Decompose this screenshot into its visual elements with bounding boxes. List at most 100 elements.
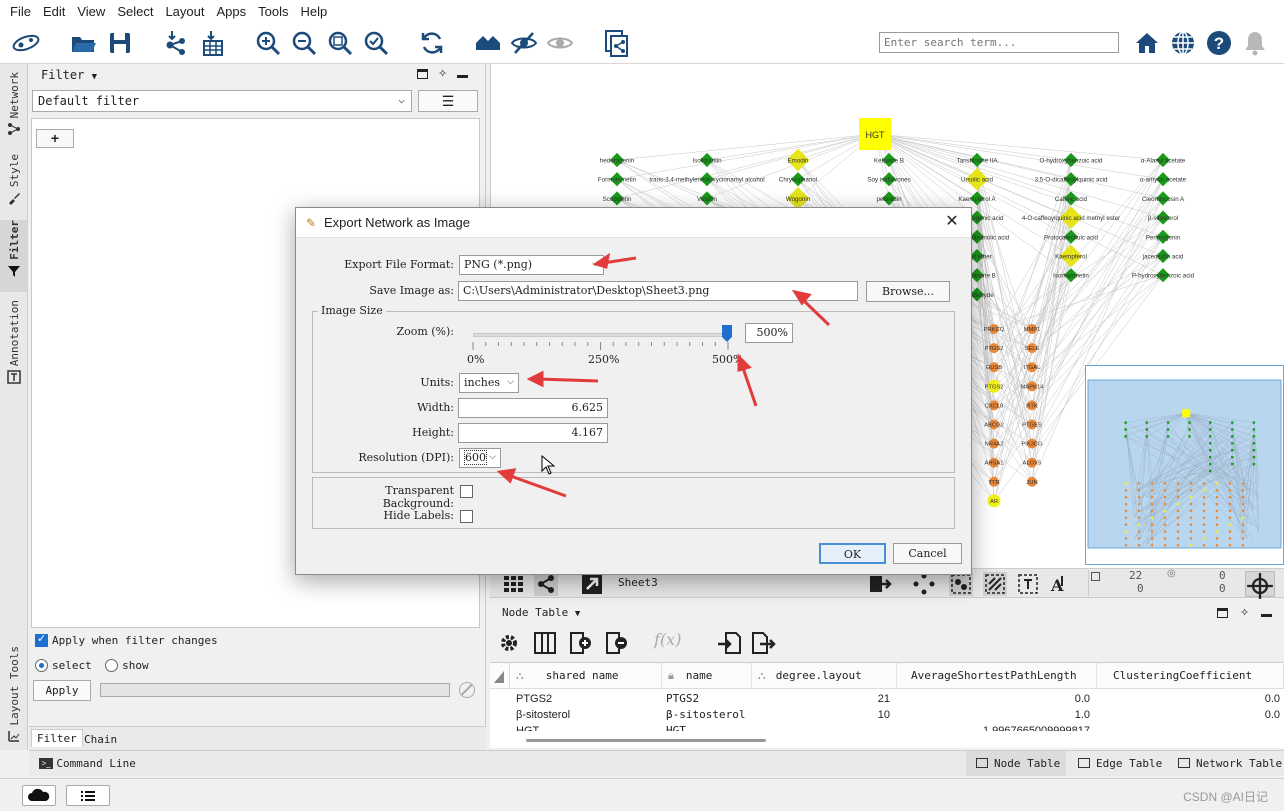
- target-label: ALOX5: [1023, 461, 1042, 467]
- node-selection-mode-icon[interactable]: [949, 572, 973, 596]
- menu-select[interactable]: Select: [111, 4, 159, 19]
- filter-panel-header[interactable]: Filter ▼: [41, 68, 97, 82]
- filter-options-button[interactable]: ☰: [418, 90, 478, 112]
- export-format-select[interactable]: PNG (*.png) ⌵: [459, 255, 604, 275]
- tab-chain[interactable]: Chain: [79, 731, 122, 748]
- help-icon[interactable]: ?: [1203, 27, 1235, 59]
- apply-button[interactable]: Apply: [33, 680, 91, 701]
- notification-icon[interactable]: [1239, 27, 1271, 59]
- tab-annotation[interactable]: Annotation: [0, 300, 28, 386]
- table-row[interactable]: β-sitosterol β-sitosterol 10 1.0 0.0: [490, 707, 1284, 723]
- column-header-degree-layout[interactable]: ⛬ degree.layout: [752, 663, 897, 689]
- tab-layout-tools[interactable]: Layout Tools: [0, 646, 28, 744]
- tab-node-table[interactable]: Node Table: [966, 751, 1066, 776]
- globe-icon[interactable]: [1167, 27, 1199, 59]
- select-radio[interactable]: [35, 659, 48, 673]
- refresh-icon[interactable]: [416, 27, 448, 59]
- network-overview[interactable]: [1085, 365, 1284, 565]
- maximize-icon[interactable]: [1217, 608, 1228, 618]
- grid-view-icon[interactable]: [502, 572, 526, 596]
- export-table-icon[interactable]: [750, 630, 776, 656]
- edge-selection-mode-icon[interactable]: [983, 572, 1007, 596]
- pin-icon[interactable]: ✧: [438, 69, 447, 80]
- menu-tools[interactable]: Tools: [252, 4, 294, 19]
- column-header-name[interactable]: 🔒︎ name: [662, 663, 752, 689]
- cancel-icon[interactable]: [459, 682, 475, 698]
- export-arrow-icon[interactable]: [580, 572, 604, 596]
- settings-gear-icon[interactable]: [496, 630, 522, 656]
- navigate-icon[interactable]: [1245, 571, 1275, 599]
- apply-on-change-checkbox[interactable]: [35, 632, 48, 648]
- table-row[interactable]: PTGS2 PTGS2 21 0.0 0.0: [490, 691, 1284, 707]
- hide-icon[interactable]: [508, 27, 540, 59]
- cloud-button[interactable]: [22, 785, 56, 806]
- save-path-input[interactable]: C:\Users\Administrator\Desktop\Sheet3.pn…: [458, 281, 858, 301]
- maximize-icon[interactable]: [417, 69, 428, 79]
- height-input[interactable]: 4.167: [458, 423, 608, 443]
- units-select[interactable]: inches ⌵: [459, 373, 519, 393]
- browse-button[interactable]: Browse...: [866, 281, 950, 302]
- ok-button[interactable]: OK: [819, 543, 886, 564]
- target-label: PTGS2: [984, 384, 1003, 390]
- annotation-selection-mode-icon[interactable]: [1016, 572, 1040, 596]
- show-radio[interactable]: [105, 659, 119, 673]
- tab-style[interactable]: Style: [0, 154, 28, 210]
- cytoscape-logo-icon[interactable]: [10, 27, 42, 59]
- zoom-selected-icon[interactable]: [360, 27, 392, 59]
- add-filter-button[interactable]: +: [36, 129, 74, 148]
- pin-icon[interactable]: ✧: [1240, 608, 1249, 619]
- command-line-button[interactable]: >_ Command Line: [39, 756, 136, 770]
- menu-edit[interactable]: Edit: [37, 4, 71, 19]
- column-toggle-icon[interactable]: [532, 630, 558, 656]
- cancel-button[interactable]: Cancel: [893, 543, 962, 564]
- overview-target-node: [1176, 502, 1180, 506]
- task-list-button[interactable]: [66, 785, 110, 806]
- tab-network-table[interactable]: Network Table: [1174, 751, 1284, 776]
- width-input[interactable]: 6.625: [458, 398, 608, 418]
- import-table-icon[interactable]: [197, 27, 229, 59]
- search-input[interactable]: [879, 32, 1119, 53]
- layout-icon[interactable]: [912, 572, 936, 596]
- import-network-icon[interactable]: [160, 27, 192, 59]
- home-network-icon[interactable]: [472, 27, 504, 59]
- delete-column-icon[interactable]: [604, 630, 630, 656]
- column-header-clustering-coefficient[interactable]: ClusteringCoefficient: [1097, 663, 1284, 689]
- table-horizontal-scrollbar[interactable]: [526, 739, 766, 742]
- resolution-select[interactable]: 600 ⌵: [459, 448, 501, 468]
- tab-filter[interactable]: Filter: [0, 220, 28, 292]
- table-row[interactable]: HGT HGT 1.9967665009999817: [490, 723, 1284, 731]
- zoom-in-icon[interactable]: [252, 27, 284, 59]
- close-icon[interactable]: ✕: [941, 211, 963, 233]
- zoom-slider[interactable]: [473, 325, 732, 342]
- menu-view[interactable]: View: [71, 4, 111, 19]
- tab-edge-table[interactable]: Edge Table: [1074, 751, 1164, 776]
- tab-filter-bottom[interactable]: Filter: [31, 729, 83, 747]
- home-icon[interactable]: [1131, 27, 1163, 59]
- sort-corner[interactable]: [490, 663, 510, 689]
- filter-select[interactable]: Default filter ⌵: [32, 90, 412, 112]
- save-icon[interactable]: [104, 27, 136, 59]
- column-header-shared-name[interactable]: ⛬ shared name: [510, 663, 662, 689]
- tab-network[interactable]: Network: [0, 72, 28, 142]
- hide-labels-checkbox[interactable]: [460, 510, 473, 523]
- menu-help[interactable]: Help: [295, 4, 334, 19]
- share-icon[interactable]: [600, 27, 632, 59]
- export-view-icon[interactable]: [868, 572, 892, 596]
- column-header-average-shortest-path-length[interactable]: AverageShortestPathLength: [897, 663, 1097, 689]
- zoom-out-icon[interactable]: [288, 27, 320, 59]
- select-mode-row: select show: [35, 658, 149, 673]
- zoom-value-input[interactable]: 500%: [745, 323, 793, 343]
- node-table-header[interactable]: Node Table ▼: [502, 606, 580, 619]
- open-folder-icon[interactable]: [67, 27, 99, 59]
- network-view-icon[interactable]: [534, 572, 558, 596]
- minimize-icon[interactable]: [1261, 614, 1273, 617]
- menu-apps[interactable]: Apps: [211, 4, 253, 19]
- label-selection-mode-icon[interactable]: A: [1048, 572, 1072, 596]
- transparent-background-checkbox[interactable]: [460, 485, 473, 498]
- menu-layout[interactable]: Layout: [159, 4, 210, 19]
- menu-file[interactable]: File: [4, 4, 37, 19]
- minimize-icon[interactable]: [457, 75, 469, 78]
- zoom-fit-icon[interactable]: [324, 27, 356, 59]
- import-table-icon[interactable]: [716, 630, 742, 656]
- add-column-icon[interactable]: [568, 630, 594, 656]
